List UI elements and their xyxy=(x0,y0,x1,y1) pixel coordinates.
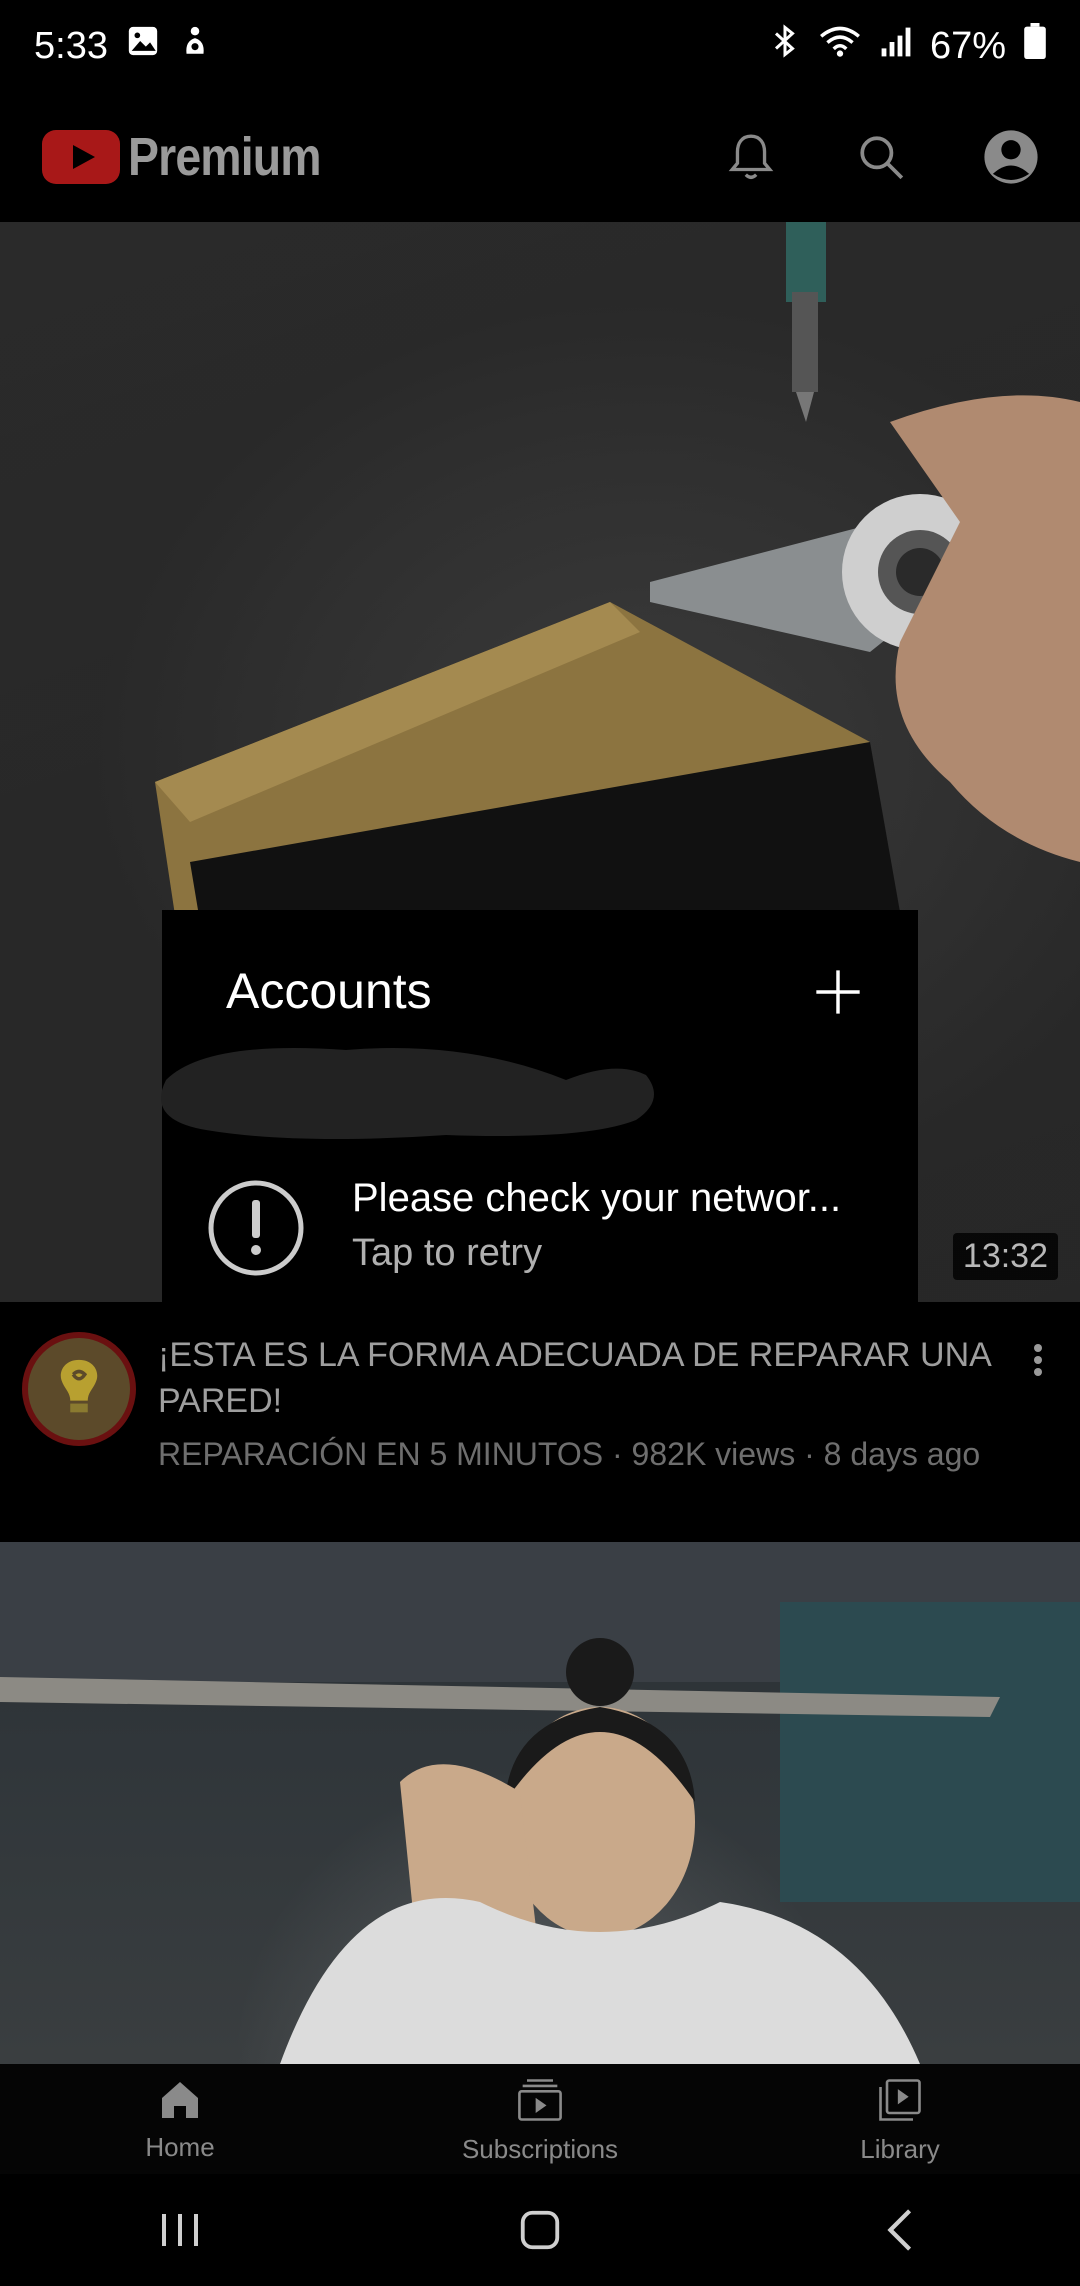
recent-apps-button[interactable] xyxy=(130,2190,230,2270)
accessibility-icon xyxy=(178,24,212,68)
system-nav-bar xyxy=(0,2174,1080,2286)
network-error-retry[interactable]: Please check your networ... Tap to retry xyxy=(162,1172,918,1292)
account-icon xyxy=(984,130,1038,184)
network-error-message: Please check your networ... xyxy=(352,1176,842,1220)
status-time: 5:33 xyxy=(34,24,108,67)
add-account-button[interactable] xyxy=(808,962,868,1022)
nav-subscriptions[interactable]: Subscriptions xyxy=(390,2074,690,2165)
bell-icon xyxy=(728,134,774,179)
search-button[interactable] xyxy=(852,128,910,186)
header-actions xyxy=(722,128,1040,186)
nav-subscriptions-label: Subscriptions xyxy=(461,2133,619,2164)
nav-library[interactable]: Library xyxy=(750,2074,1050,2165)
youtube-home-screen: 5:33 67% Premium 13:32 ¡ESTA ES LA FORMA… xyxy=(0,0,1080,2286)
more-options-button[interactable] xyxy=(1018,1340,1058,1380)
redacted-account xyxy=(161,1048,654,1139)
battery-icon xyxy=(1024,23,1046,69)
youtube-play-icon xyxy=(42,130,120,184)
logo-text: Premium xyxy=(128,127,322,187)
video-thumbnail[interactable] xyxy=(0,1542,1080,2064)
account-button[interactable] xyxy=(982,128,1040,186)
video-duration-badge: 13:32 xyxy=(952,1233,1058,1280)
home-button[interactable] xyxy=(490,2190,590,2270)
video-title[interactable]: ¡ESTA ES LA FORMA ADECUADA DE REPARAR UN… xyxy=(158,1332,998,1424)
home-icon xyxy=(162,2081,198,2118)
back-button[interactable] xyxy=(850,2190,950,2270)
app-header: Premium xyxy=(0,92,1080,222)
alert-circle-icon xyxy=(208,1180,304,1276)
nav-library-label: Library xyxy=(860,2133,940,2164)
back-chevron-icon xyxy=(887,2209,912,2251)
status-left: 5:33 xyxy=(34,24,212,68)
bluetooth-icon xyxy=(770,23,800,69)
plus-icon xyxy=(816,970,860,1014)
signal-icon xyxy=(880,25,912,68)
video-info[interactable]: ¡ESTA ES LA FORMA ADECUADA DE REPARAR UN… xyxy=(0,1302,1080,1542)
more-vertical-icon xyxy=(1034,1344,1042,1376)
gallery-icon xyxy=(126,24,160,68)
recent-apps-icon xyxy=(162,2214,198,2246)
channel-avatar[interactable] xyxy=(22,1332,136,1446)
lightbulb-icon xyxy=(60,1359,98,1413)
home-square-icon xyxy=(520,2210,560,2250)
nav-home-label: Home xyxy=(145,2131,215,2162)
notifications-button[interactable] xyxy=(722,128,780,186)
bottom-nav: Home Subscriptions Library xyxy=(0,2064,1080,2174)
status-right: 67% xyxy=(770,23,1046,69)
subscriptions-icon xyxy=(518,2078,562,2121)
youtube-premium-logo[interactable]: Premium xyxy=(42,126,352,188)
accounts-title: Accounts xyxy=(226,963,432,1019)
battery-percent: 67% xyxy=(929,24,1006,67)
video-meta: REPARACIÓN EN 5 MINUTOS · 982K views · 8… xyxy=(158,1436,981,1472)
nav-home[interactable]: Home xyxy=(30,2076,330,2163)
retry-label: Tap to retry xyxy=(352,1232,543,1274)
thumbnail-image xyxy=(0,1542,1080,2064)
library-icon xyxy=(879,2078,921,2121)
wifi-icon xyxy=(818,23,862,69)
accounts-popup: Accounts Please check your networ... Tap… xyxy=(161,910,918,1302)
status-bar: 5:33 67% xyxy=(0,0,1080,92)
search-icon xyxy=(860,136,904,180)
